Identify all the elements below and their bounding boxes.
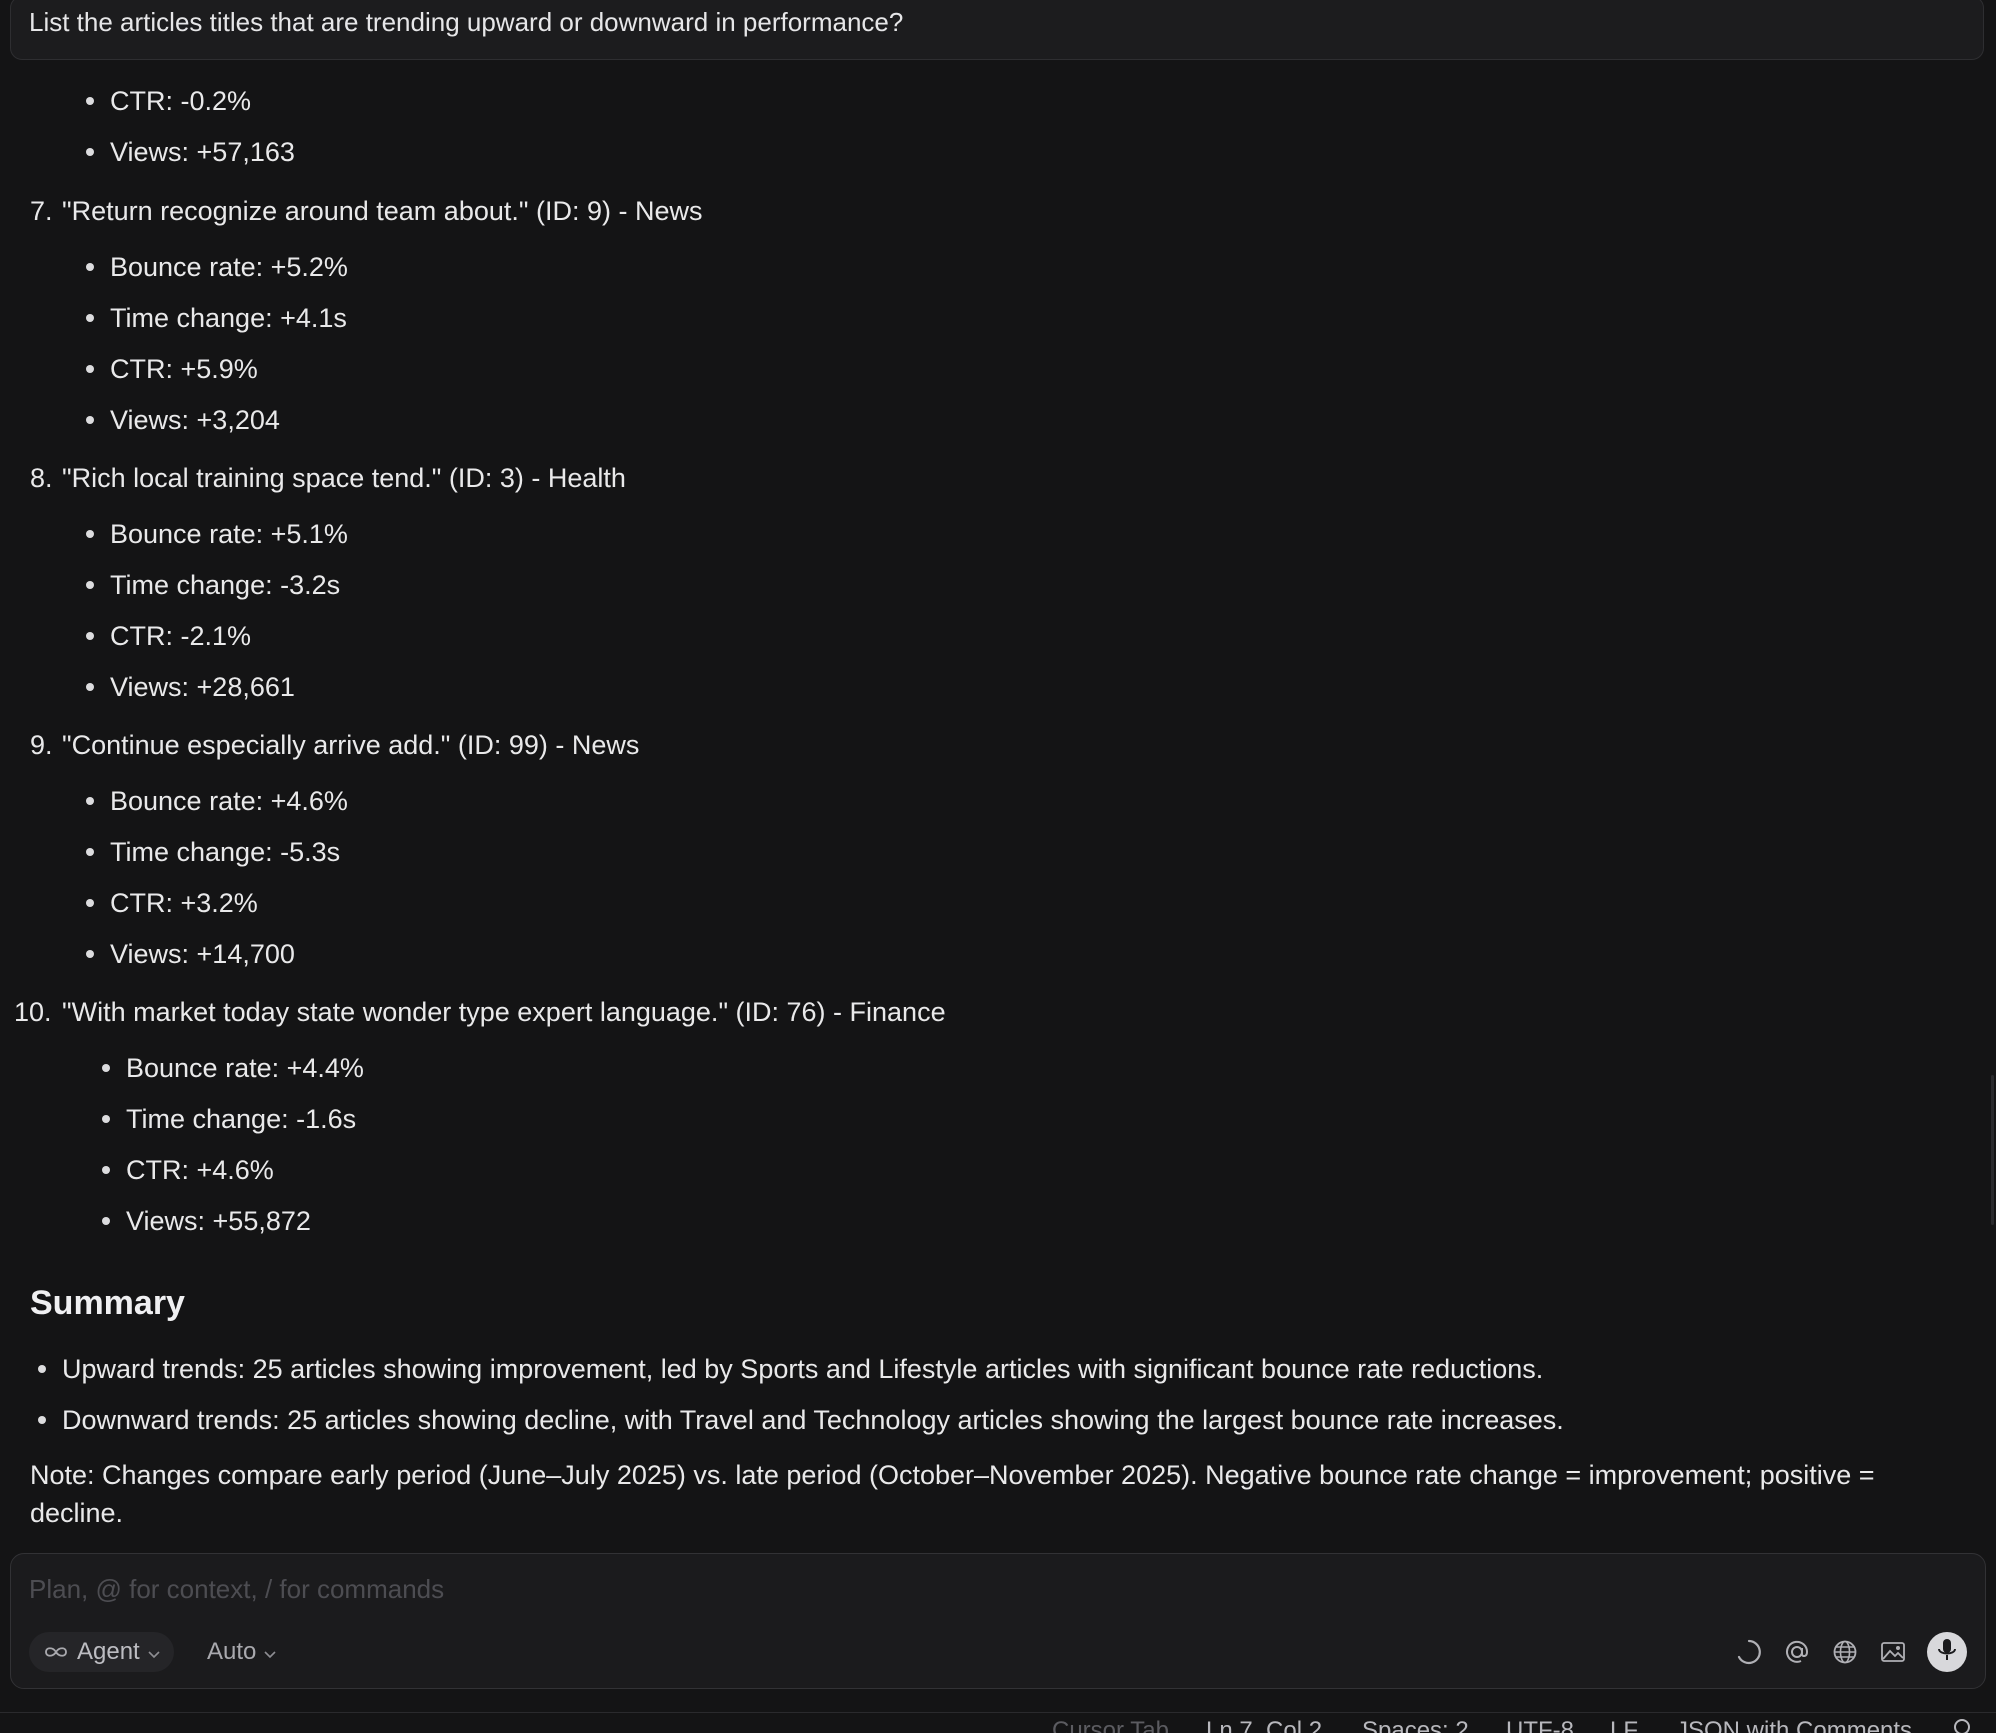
metric-item: CTR: +4.6% — [126, 1155, 274, 1185]
article-title: "Continue especially arrive add." (ID: 9… — [62, 730, 640, 760]
metric-item: CTR: -2.1% — [110, 621, 252, 651]
article-number: 9. — [30, 730, 53, 760]
article-number: 7. — [30, 196, 53, 226]
metric-item: Bounce rate: +4.6% — [110, 786, 348, 816]
notifications-icon[interactable] — [1954, 1719, 1970, 1733]
bullet-dot — [102, 1064, 110, 1072]
model-select-button[interactable]: Auto — [207, 1632, 276, 1672]
metric-item: Time change: +4.1s — [110, 303, 347, 333]
status-cursor-position[interactable]: Ln 7, Col 2 — [1206, 1717, 1322, 1733]
globe-icon[interactable] — [1829, 1636, 1861, 1668]
at-icon[interactable] — [1781, 1636, 1813, 1668]
chevron-down-icon — [148, 1638, 160, 1666]
user-query-box: List the articles titles that are trendi… — [10, 0, 1984, 60]
metric-item: Views: +55,872 — [126, 1206, 311, 1236]
status-cursor-tab[interactable]: Cursor Tab — [1052, 1717, 1169, 1733]
summary-heading: Summary — [30, 1284, 185, 1322]
agent-label: Agent — [77, 1638, 140, 1665]
status-bar: Cursor Tab Ln 7, Col 2 Spaces: 2 UTF-8 L… — [0, 1712, 1996, 1733]
bullet-dot — [86, 314, 94, 322]
bullet-dot — [86, 797, 94, 805]
article-title: "Rich local training space tend." (ID: 3… — [62, 463, 626, 493]
bullet-dot — [38, 1365, 46, 1373]
bullet-dot — [102, 1115, 110, 1123]
metric-item: Views: +3,204 — [110, 405, 280, 435]
bullet-dot — [86, 950, 94, 958]
bullet-dot — [86, 530, 94, 538]
bullet-dot — [86, 416, 94, 424]
bullet-dot — [86, 581, 94, 589]
chat-input[interactable] — [27, 1568, 1931, 1610]
status-language-mode[interactable]: JSON with Comments — [1676, 1717, 1912, 1733]
agent-mode-button[interactable]: Agent — [29, 1632, 174, 1672]
status-indentation[interactable]: Spaces: 2 — [1362, 1717, 1469, 1733]
bullet-dot — [86, 97, 94, 105]
metric-item: Time change: -5.3s — [110, 837, 341, 867]
bullet-dot — [86, 632, 94, 640]
metric-item: Views: +28,661 — [110, 672, 295, 702]
metric-item: Time change: -3.2s — [110, 570, 341, 600]
bullet-dot — [102, 1166, 110, 1174]
status-line-ending[interactable]: LF — [1610, 1717, 1638, 1733]
metric-item: CTR: -0.2% — [110, 86, 252, 116]
status-encoding[interactable]: UTF-8 — [1506, 1717, 1574, 1733]
bullet-dot — [86, 148, 94, 156]
metric-item: Views: +57,163 — [110, 137, 295, 167]
summary-bullet: Downward trends: 25 articles showing dec… — [62, 1405, 1564, 1435]
metric-item: CTR: +3.2% — [110, 888, 258, 918]
metric-item: CTR: +5.9% — [110, 354, 258, 384]
article-number: 8. — [30, 463, 53, 493]
image-icon[interactable] — [1877, 1636, 1909, 1668]
infinity-icon — [43, 1638, 69, 1666]
metric-item: Views: +14,700 — [110, 939, 295, 969]
composer: Agent Auto — [10, 1553, 1986, 1689]
microphone-icon — [1936, 1637, 1958, 1668]
bullet-dot — [86, 899, 94, 907]
bullet-dot — [38, 1416, 46, 1424]
user-query-text: List the articles titles that are trendi… — [29, 7, 904, 37]
article-title: "Return recognize around team about." (I… — [62, 196, 703, 226]
summary-bullet: Upward trends: 25 articles showing impro… — [62, 1354, 1544, 1384]
metric-item: Bounce rate: +4.4% — [126, 1053, 364, 1083]
bullet-dot — [102, 1217, 110, 1225]
microphone-button[interactable] — [1927, 1632, 1967, 1672]
bullet-dot — [86, 848, 94, 856]
article-number: 10. — [14, 997, 52, 1027]
summary-note: Note: Changes compare early period (June… — [30, 1460, 1875, 1528]
loading-icon — [1733, 1636, 1765, 1668]
metric-item: Bounce rate: +5.2% — [110, 252, 348, 282]
chevron-down-icon — [264, 1638, 276, 1666]
scrollbar[interactable] — [1991, 1075, 1994, 1225]
metric-item: Time change: -1.6s — [126, 1104, 357, 1134]
article-title: "With market today state wonder type exp… — [62, 997, 946, 1027]
bullet-dot — [86, 263, 94, 271]
bullet-dot — [86, 683, 94, 691]
bullet-dot — [86, 365, 94, 373]
metric-item: Bounce rate: +5.1% — [110, 519, 348, 549]
model-label: Auto — [207, 1638, 257, 1665]
